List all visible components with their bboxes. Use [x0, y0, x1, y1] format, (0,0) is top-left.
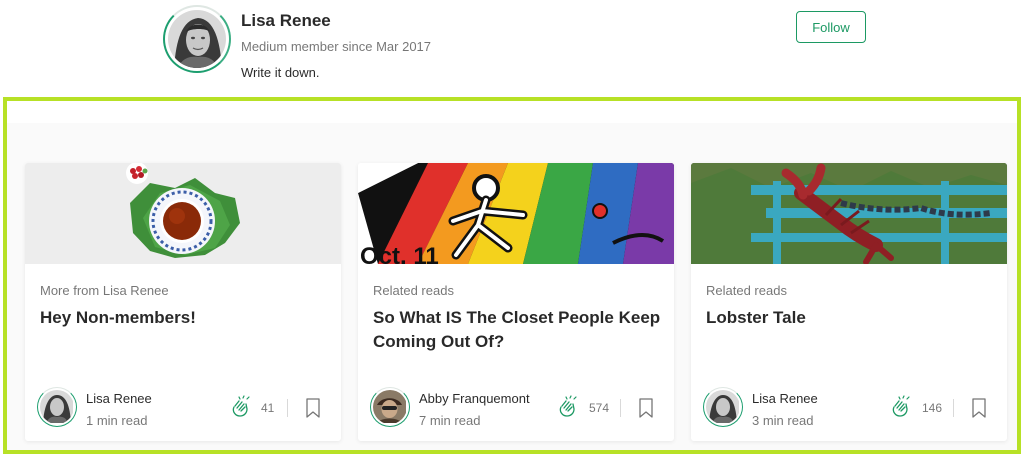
card-kicker: Related reads	[373, 283, 454, 298]
card-footer: Abby Franquemont 7 min read 574	[370, 385, 666, 431]
card-read-time: 1 min read	[86, 413, 148, 428]
bookmark-icon[interactable]	[638, 398, 654, 418]
bookmark-icon[interactable]	[305, 398, 321, 418]
story-card[interactable]: More from Lisa Renee Hey Non-members! Li…	[25, 163, 341, 441]
member-since-text: Medium member since Mar 2017	[241, 39, 432, 54]
author-name[interactable]: Lisa Renee	[241, 11, 331, 31]
avatar	[373, 390, 407, 424]
card-author-name[interactable]: Abby Franquemont	[419, 391, 530, 406]
clap-icon[interactable]	[556, 395, 580, 419]
clap-count: 146	[922, 401, 943, 415]
story-card[interactable]: Related reads Lobster Tale Lisa Renee 3 …	[691, 163, 1007, 441]
author-header: Lisa Renee Medium member since Mar 2017 …	[0, 0, 1033, 98]
avatar	[706, 390, 740, 424]
author-avatar-photo	[168, 10, 226, 68]
card-footer: Lisa Renee 1 min read 41	[37, 385, 333, 431]
card-title[interactable]: So What IS The Closet People Keep Coming…	[373, 306, 663, 354]
card-title[interactable]: Lobster Tale	[706, 306, 996, 330]
clap-count: 41	[261, 401, 275, 415]
clap-count: 574	[589, 401, 610, 415]
card-read-time: 3 min read	[752, 413, 814, 428]
card-author-name[interactable]: Lisa Renee	[752, 391, 818, 406]
card-read-time: 7 min read	[419, 413, 481, 428]
card-author-avatar[interactable]	[703, 387, 743, 427]
story-image-closet[interactable]: Oct. 11	[358, 163, 674, 264]
divider	[287, 399, 288, 417]
divider	[620, 399, 621, 417]
story-image-lobster[interactable]	[691, 163, 1007, 264]
story-image-tea[interactable]	[25, 163, 341, 264]
author-avatar[interactable]	[163, 5, 231, 73]
story-card[interactable]: Oct. 11 Related reads So What IS The Clo…	[358, 163, 674, 441]
card-author-avatar[interactable]	[370, 387, 410, 427]
svg-text:Oct. 11: Oct. 11	[360, 243, 439, 264]
follow-button[interactable]: Follow	[796, 11, 866, 43]
bookmark-icon[interactable]	[971, 398, 987, 418]
card-author-avatar[interactable]	[37, 387, 77, 427]
author-bio: Write it down.	[241, 65, 320, 80]
card-footer: Lisa Renee 3 min read 146	[703, 385, 999, 431]
divider	[953, 399, 954, 417]
card-title[interactable]: Hey Non-members!	[40, 306, 330, 330]
card-kicker: More from Lisa Renee	[40, 283, 169, 298]
card-author-name[interactable]: Lisa Renee	[86, 391, 152, 406]
card-kicker: Related reads	[706, 283, 787, 298]
avatar	[40, 390, 74, 424]
clap-icon[interactable]	[229, 395, 253, 419]
clap-icon[interactable]	[889, 395, 913, 419]
